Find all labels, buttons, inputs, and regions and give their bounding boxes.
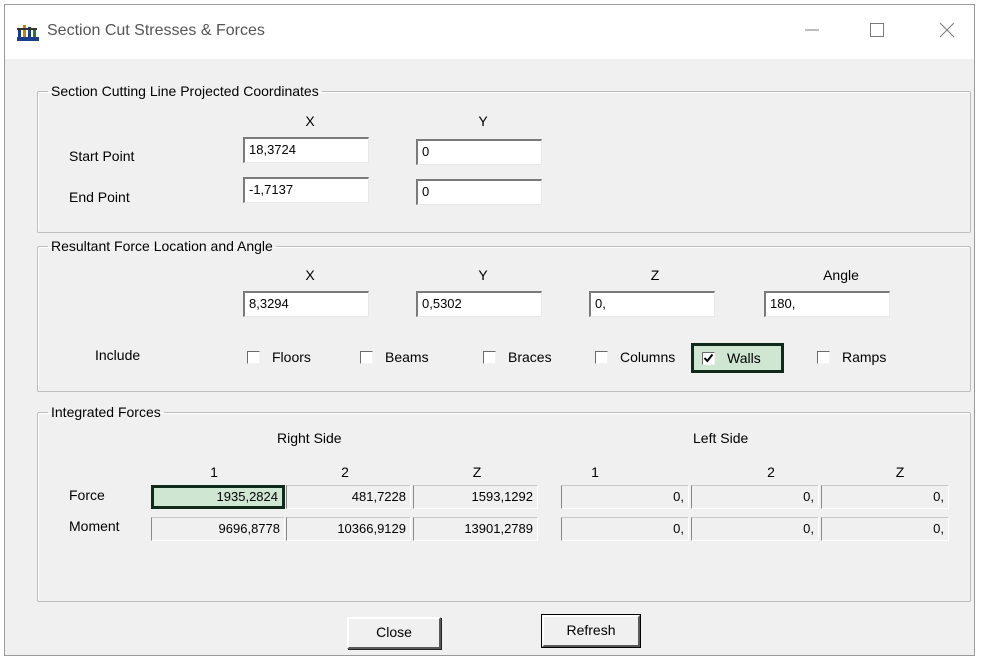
moment-right-z-cell[interactable]: 13901,2789 xyxy=(413,517,538,541)
cutting-line-legend: Section Cutting Line Projected Coordinat… xyxy=(51,83,319,99)
force-left-z-cell[interactable]: 0, xyxy=(821,485,949,509)
braces-checkbox[interactable]: Braces xyxy=(483,346,552,368)
resultant-x-header: X xyxy=(305,267,315,283)
maximize-button[interactable] xyxy=(862,15,892,45)
right-col-1-header: 1 xyxy=(210,464,218,480)
end-x-field[interactable]: -1,7137 xyxy=(243,177,369,203)
braces-checkbox-label: Braces xyxy=(508,349,552,365)
resultant-legend: Resultant Force Location and Angle xyxy=(51,238,273,254)
minimize-icon xyxy=(805,29,819,31)
maximize-icon xyxy=(870,23,884,37)
walls-checkbox[interactable]: Walls xyxy=(691,343,784,373)
moment-left-2-cell[interactable]: 0, xyxy=(691,517,819,541)
floors-checkbox-box[interactable] xyxy=(247,350,260,364)
ramps-checkbox[interactable]: Ramps xyxy=(817,346,886,368)
force-row-label: Force xyxy=(69,487,105,503)
columns-checkbox-label: Columns xyxy=(620,349,676,365)
start-point-label: Start Point xyxy=(69,148,135,164)
moment-left-z-cell[interactable]: 0, xyxy=(821,517,949,541)
ramps-checkbox-label: Ramps xyxy=(842,349,887,365)
resultant-z-header: Z xyxy=(650,267,660,283)
braces-checkbox-box[interactable] xyxy=(483,350,496,364)
beams-checkbox-label: Beams xyxy=(385,349,429,365)
close-window-button[interactable] xyxy=(932,15,962,45)
left-col-z-header: Z xyxy=(895,464,905,480)
checkmark-icon xyxy=(703,353,714,363)
start-x-field[interactable]: 18,3724 xyxy=(243,137,369,163)
close-icon xyxy=(939,22,955,38)
resultant-angle-header: Angle xyxy=(823,267,859,283)
start-y-field[interactable]: 0 xyxy=(416,139,542,165)
left-col-2-header: 2 xyxy=(767,464,775,480)
right-side-header: Right Side xyxy=(277,430,342,446)
resultant-angle-field[interactable]: 180, xyxy=(764,291,890,317)
right-col-2-header: 2 xyxy=(341,464,349,480)
force-right-1-cell[interactable]: 1935,2824 xyxy=(151,485,285,509)
moment-left-1-cell[interactable]: 0, xyxy=(561,517,689,541)
walls-checkbox-box[interactable] xyxy=(702,351,715,365)
minimize-button[interactable] xyxy=(797,15,827,45)
ramps-checkbox-box[interactable] xyxy=(817,350,830,364)
left-side-header: Left Side xyxy=(693,430,749,446)
resultant-y-header: Y xyxy=(478,267,488,283)
cutting-line-x-header: X xyxy=(305,113,315,129)
right-col-z-header: Z xyxy=(472,464,482,480)
close-button[interactable]: Close xyxy=(347,617,441,649)
resultant-z-field[interactable]: 0, xyxy=(589,291,715,317)
section-cut-dialog: Section Cut Stresses & Forces Section Cu… xyxy=(4,4,975,656)
include-label: Include xyxy=(95,347,141,363)
resultant-y-field[interactable]: 0,5302 xyxy=(416,291,542,317)
columns-checkbox-box[interactable] xyxy=(595,350,608,364)
floors-checkbox-label: Floors xyxy=(272,349,311,365)
end-point-label: End Point xyxy=(69,189,130,205)
force-right-2-cell[interactable]: 481,7228 xyxy=(286,485,411,509)
moment-row-label: Moment xyxy=(69,518,120,534)
walls-checkbox-label: Walls xyxy=(727,350,761,366)
title-bar: Section Cut Stresses & Forces xyxy=(5,5,974,59)
resultant-x-field[interactable]: 8,3294 xyxy=(243,291,369,317)
left-col-1-header: 1 xyxy=(591,464,599,480)
structure-app-icon xyxy=(17,25,39,41)
beams-checkbox[interactable]: Beams xyxy=(360,346,429,368)
floors-checkbox[interactable]: Floors xyxy=(247,346,311,368)
end-y-field[interactable]: 0 xyxy=(416,179,542,205)
integrated-forces-legend: Integrated Forces xyxy=(51,404,161,420)
cutting-line-y-header: Y xyxy=(478,113,488,129)
refresh-button[interactable]: Refresh xyxy=(541,614,641,648)
force-right-z-cell[interactable]: 1593,1292 xyxy=(413,485,538,509)
force-left-1-cell[interactable]: 0, xyxy=(561,485,689,509)
force-left-2-cell[interactable]: 0, xyxy=(691,485,819,509)
beams-checkbox-box[interactable] xyxy=(360,350,373,364)
window-title: Section Cut Stresses & Forces xyxy=(47,22,265,39)
columns-checkbox[interactable]: Columns xyxy=(595,346,675,368)
moment-right-1-cell[interactable]: 9696,8778 xyxy=(151,517,285,541)
moment-right-2-cell[interactable]: 10366,9129 xyxy=(286,517,411,541)
